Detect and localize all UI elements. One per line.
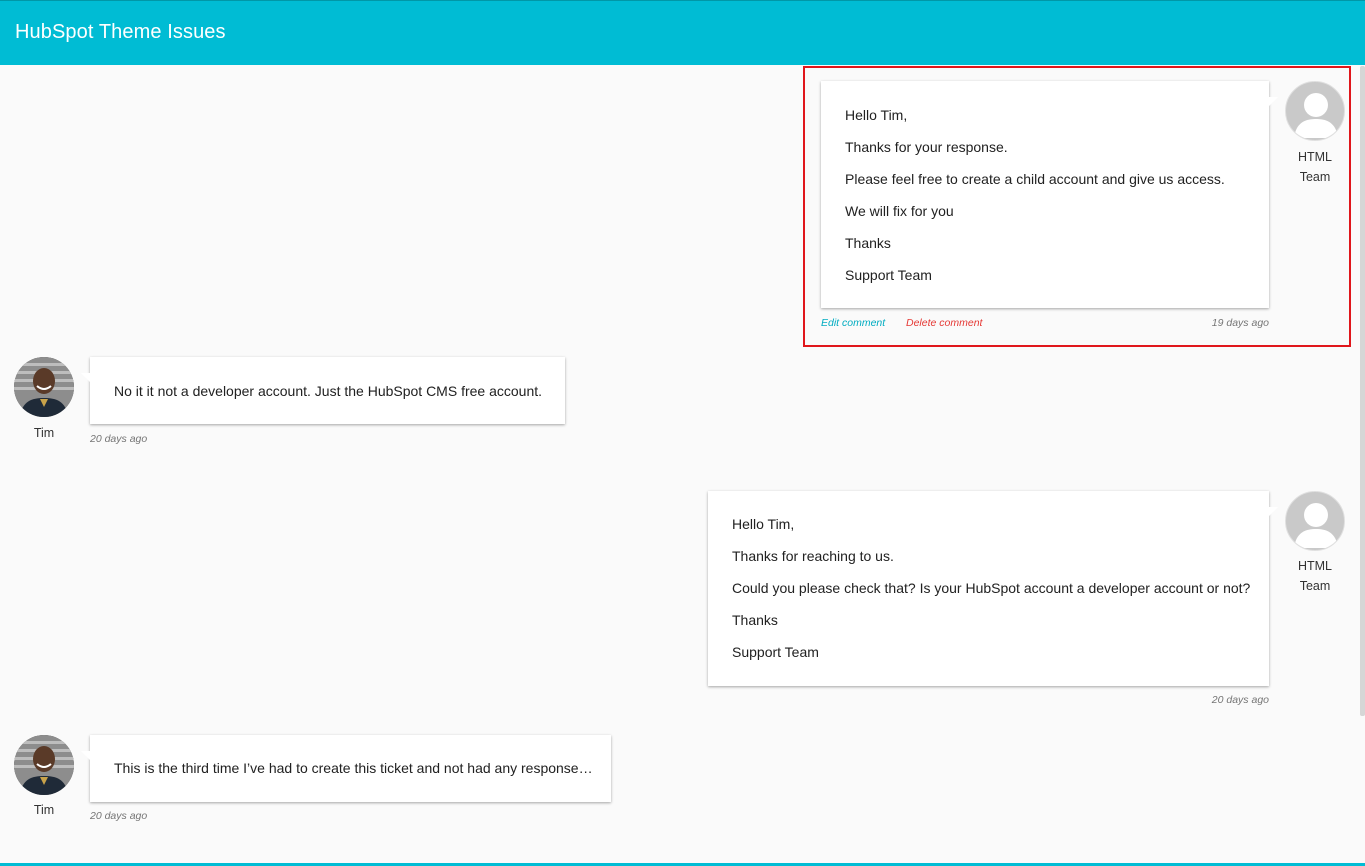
comment-bubble: Hello Tim, Thanks for reaching to us. Co… bbox=[708, 491, 1278, 686]
avatar bbox=[14, 357, 74, 417]
default-user-icon bbox=[1294, 93, 1338, 138]
avatar bbox=[1285, 491, 1345, 551]
comment-author: HTML Team bbox=[1297, 559, 1333, 593]
bubble-tail bbox=[81, 373, 91, 383]
avatar bbox=[1285, 81, 1345, 141]
comment-bubble: No it it not a developer account. Just t… bbox=[81, 357, 565, 424]
comment-timestamp: 20 days ago bbox=[90, 810, 148, 822]
avatar bbox=[14, 735, 74, 795]
comment-timestamp: 20 days ago bbox=[90, 433, 148, 445]
comment-line: Thanks bbox=[732, 612, 778, 628]
bubble-tail bbox=[81, 751, 91, 761]
comment-line: No it it not a developer account. Just t… bbox=[114, 383, 543, 399]
comment-line: Support Team bbox=[845, 267, 932, 283]
edit-comment-link[interactable]: Edit comment bbox=[821, 317, 885, 329]
comment-line: Please feel free to create a child accou… bbox=[845, 171, 1225, 187]
comment-author: HTML Team bbox=[1297, 150, 1333, 184]
app-header: HubSpot Theme Issues bbox=[0, 0, 1365, 65]
tim-photo bbox=[14, 357, 74, 417]
scrollbar[interactable] bbox=[1360, 66, 1365, 716]
comment-timestamp: 20 days ago bbox=[1211, 694, 1269, 706]
comment-line: Could you please check that? Is your Hub… bbox=[732, 580, 1251, 596]
comment-line: Thanks for your response. bbox=[845, 139, 1008, 155]
comment-line: Thanks bbox=[845, 235, 891, 251]
comment-bubble: This is the third time I’ve had to creat… bbox=[81, 735, 611, 802]
bubble-tail bbox=[1268, 97, 1278, 107]
comment-line: Thanks for reaching to us. bbox=[732, 548, 894, 564]
comment-author: Tim bbox=[33, 426, 55, 440]
comment-line: We will fix for you bbox=[845, 203, 954, 219]
tim-photo bbox=[14, 735, 74, 795]
default-user-icon bbox=[1294, 503, 1338, 548]
comment-bubble: Hello Tim, Thanks for your response. Ple… bbox=[821, 81, 1278, 308]
comment-timestamp: 19 days ago bbox=[1211, 317, 1269, 329]
comment-line: Hello Tim, bbox=[732, 516, 795, 532]
comment-line: Hello Tim, bbox=[845, 107, 908, 123]
bubble-tail bbox=[1268, 507, 1278, 517]
delete-comment-link[interactable]: Delete comment bbox=[906, 317, 982, 329]
comment-line: Support Team bbox=[732, 644, 819, 660]
page-title: HubSpot Theme Issues bbox=[15, 21, 226, 43]
comment-line: This is the third time I’ve had to creat… bbox=[114, 760, 593, 776]
comment-author: Tim bbox=[33, 803, 55, 817]
